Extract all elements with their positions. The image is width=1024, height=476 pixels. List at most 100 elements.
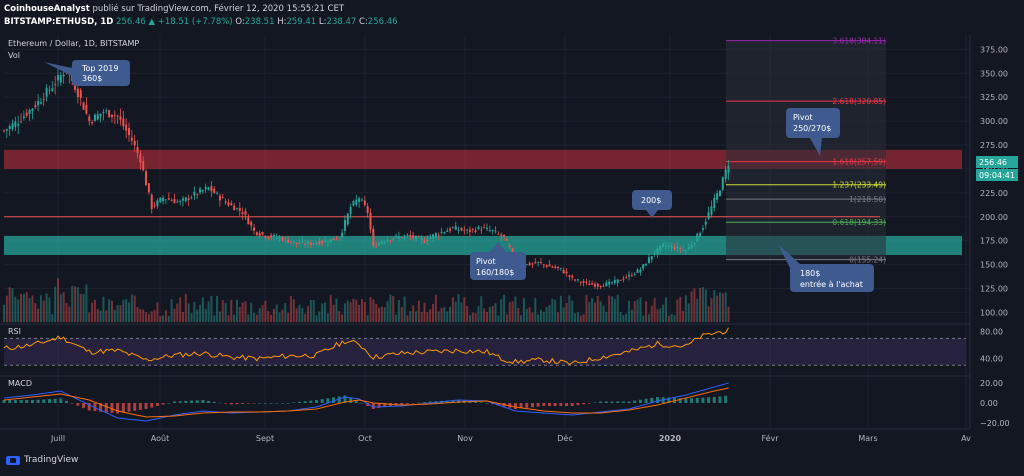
volume-bar: [508, 302, 511, 322]
chart-frame[interactable]: 3.618(384.11) 2.618(320.85) 1.618(257.59) 1…: [0, 30, 1024, 472]
candle-body: [264, 235, 267, 239]
macd-histogram-bar: [582, 403, 586, 405]
annotation-200[interactable]: 200$: [632, 190, 672, 218]
macd-histogram-bar: [2, 400, 6, 403]
price-axis[interactable]: 100.00125.00150.00175.00200.00225.00250.…: [969, 35, 1008, 428]
volume-bar: [557, 312, 560, 322]
volume-bar: [673, 315, 676, 322]
volume-bar: [281, 309, 284, 322]
candle-body: [664, 245, 667, 247]
candle-body: [258, 233, 261, 236]
candle-body: [468, 229, 471, 232]
time-tick-label: Déc: [557, 433, 572, 443]
volume-bar: [690, 291, 693, 322]
volume-bar: [346, 300, 349, 322]
macd-histogram-bar: [201, 400, 205, 403]
macd-histogram-bar: [411, 403, 415, 404]
volume-bar: [713, 290, 716, 322]
candle-body: [650, 255, 653, 260]
macd-histogram-bar: [718, 396, 722, 403]
candle-body: [494, 230, 497, 232]
brand-label: TradingView: [24, 455, 79, 465]
volume-bar: [230, 299, 233, 322]
volume-bar: [548, 304, 551, 322]
rsi-panel: 40.00 80.00: [0, 323, 1003, 366]
volume-bar: [56, 278, 59, 322]
candle-body: [241, 212, 244, 214]
tradingview-logo[interactable]: TradingView: [6, 455, 78, 465]
ohlc-line: BITSTAMP:ETHUSD, 1D 256.46 ▲ +18.51 (+7.…: [4, 17, 398, 27]
macd-histogram-bar: [82, 403, 86, 409]
fib-label: 1.618(257.59): [832, 158, 886, 167]
volume-bar: [707, 306, 710, 322]
time-axis[interactable]: Juill Août Sept Oct Nov Déc 2020 Févr Mars Av: [0, 428, 971, 443]
candle-body: [437, 234, 440, 236]
volume-bar: [68, 306, 71, 322]
volume-bar: [386, 301, 389, 322]
chart-svg[interactable]: 3.618(384.11) 2.618(320.85) 1.618(257.59) 1…: [0, 30, 1024, 472]
candle-body: [17, 123, 20, 126]
time-tick-label: Févr: [761, 433, 779, 443]
candle-body: [85, 104, 88, 114]
volume-bar: [122, 299, 125, 322]
candle-body: [656, 248, 659, 254]
candle-body: [45, 88, 48, 97]
volume-bar: [304, 313, 307, 322]
candle-body: [62, 74, 65, 77]
candle-body: [647, 257, 650, 263]
volume-bar: [142, 309, 145, 322]
volume-bar: [537, 314, 540, 322]
annotation-text: entrée à l'achat: [800, 279, 863, 289]
volume-bar: [525, 309, 528, 322]
volume-bar: [619, 312, 622, 322]
volume-bar: [565, 302, 568, 322]
volume-bar: [380, 306, 383, 322]
volume-bar: [312, 299, 315, 322]
candle-body: [412, 235, 415, 239]
macd-histogram-bar: [604, 401, 608, 403]
candle-body: [528, 263, 531, 266]
macd-histogram-bar: [513, 403, 517, 409]
candle-body: [463, 230, 466, 232]
volume-bar: [355, 299, 358, 322]
macd-histogram-bar: [655, 397, 659, 403]
candle-body: [372, 228, 375, 246]
volume-bar: [693, 288, 696, 322]
volume-bar: [110, 300, 113, 322]
macd-histogram-bar: [627, 401, 631, 403]
candle-body: [216, 192, 219, 194]
candle-body: [213, 188, 216, 194]
volume-bar: [369, 297, 372, 322]
macd-histogram-bar: [167, 403, 171, 404]
volume-bar: [199, 304, 202, 322]
candle-body: [554, 266, 557, 269]
volume-bar: [611, 296, 614, 322]
macd-histogram-bar: [570, 403, 574, 406]
volume-bar: [261, 305, 264, 322]
macd-histogram-bar: [309, 400, 313, 403]
volume-bar: [375, 303, 378, 322]
volume-bar: [156, 302, 159, 322]
volume-bar: [28, 298, 31, 322]
volume-bar: [108, 299, 111, 322]
volume-bar: [659, 308, 662, 322]
candle-body: [88, 116, 91, 122]
volume-bar: [363, 301, 366, 322]
volume-bar: [216, 295, 219, 322]
candle-body: [147, 183, 150, 193]
volume-bar: [235, 299, 238, 322]
author-name[interactable]: CoinhouseAnalyst: [4, 4, 90, 14]
volume-bar: [102, 296, 105, 322]
candle-body: [210, 186, 213, 192]
macd-histogram-bar: [485, 403, 489, 404]
volume-bar: [145, 312, 148, 322]
candle-body: [221, 197, 224, 199]
candle-body: [150, 194, 153, 210]
volume-bar: [699, 287, 702, 322]
volume-bar: [474, 313, 477, 322]
candle-body: [332, 238, 335, 241]
candle-body: [224, 201, 227, 203]
macd-histogram-bar: [360, 403, 364, 404]
volume-bar: [71, 285, 74, 322]
volume-bar: [457, 294, 460, 322]
